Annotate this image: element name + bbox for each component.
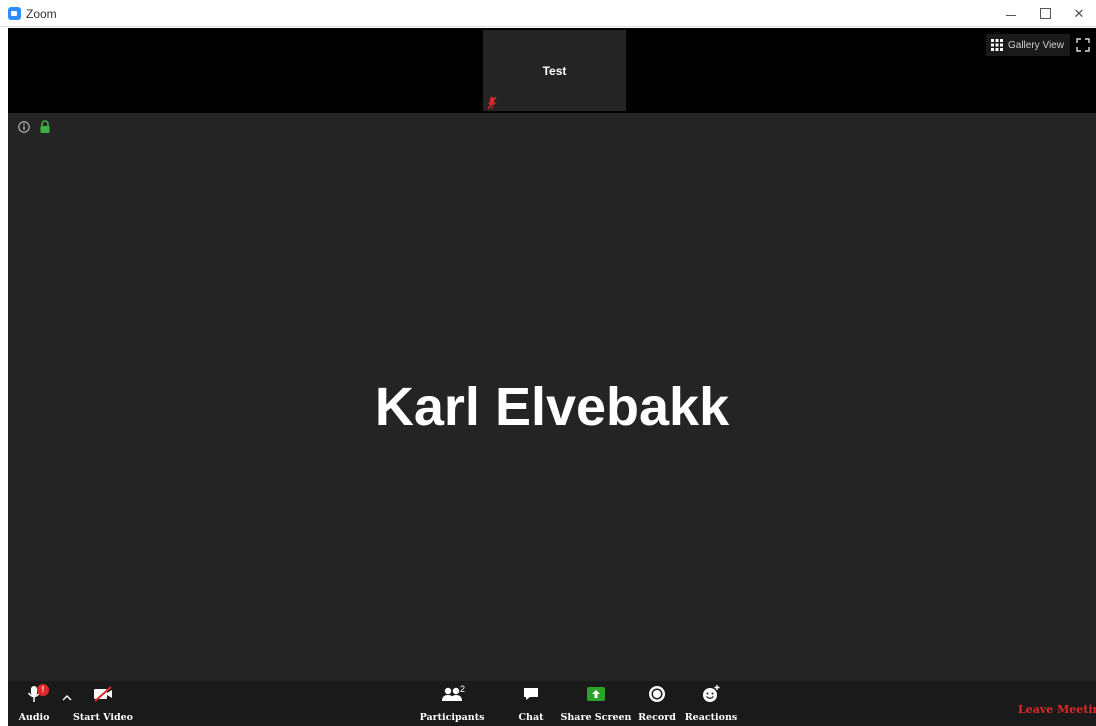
participants-icon-wrap: 2 xyxy=(437,681,467,707)
muted-mic-icon xyxy=(487,96,497,110)
share-screen-icon xyxy=(587,687,605,701)
start-video-icon-wrap xyxy=(92,681,114,707)
grid-icon xyxy=(991,39,1003,51)
minimize-icon xyxy=(1006,15,1016,16)
record-button[interactable]: Record xyxy=(638,681,676,726)
share-screen-button[interactable]: Share Screen xyxy=(561,681,631,726)
reactions-icon xyxy=(703,685,720,702)
zoom-logo-icon xyxy=(8,7,21,20)
fullscreen-icon[interactable] xyxy=(1074,36,1092,54)
chat-label: Chat xyxy=(518,712,544,723)
maximize-button[interactable] xyxy=(1028,0,1062,27)
participants-label: Participants xyxy=(419,712,485,723)
title-bar: Zoom ✕ xyxy=(0,0,1096,27)
record-icon xyxy=(649,686,665,702)
reactions-label: Reactions xyxy=(684,712,738,723)
audio-alert-badge: ! xyxy=(37,684,49,696)
chevron-up-icon xyxy=(62,695,72,701)
gallery-view-button[interactable]: Gallery View xyxy=(986,34,1070,56)
meeting-toolbar: ! Audio Start Video 2 Participants Chat … xyxy=(8,681,1096,726)
participants-count: 2 xyxy=(460,684,466,694)
chat-icon xyxy=(524,688,538,700)
maximize-icon xyxy=(1039,8,1051,19)
close-button[interactable]: ✕ xyxy=(1062,0,1096,27)
audio-options-button[interactable] xyxy=(60,681,74,726)
participant-tile[interactable]: Test xyxy=(483,30,626,111)
audio-label: Audio xyxy=(18,712,50,723)
chat-button[interactable]: Chat xyxy=(515,681,547,726)
participant-name: Test xyxy=(542,64,567,78)
lock-icon[interactable] xyxy=(39,120,51,134)
active-speaker-view: Karl Elvebakk xyxy=(8,113,1096,681)
audio-icon-wrap: ! xyxy=(26,681,49,707)
minimize-button[interactable] xyxy=(994,0,1028,27)
chevron-up-wrap xyxy=(62,681,72,707)
record-label: Record xyxy=(638,712,676,723)
reactions-button[interactable]: Reactions xyxy=(684,681,738,726)
video-off-icon xyxy=(94,686,112,702)
participants-button[interactable]: 2 Participants xyxy=(420,681,485,726)
window-title: Zoom xyxy=(26,7,57,21)
info-icon[interactable] xyxy=(18,121,30,133)
reactions-icon-wrap xyxy=(701,681,721,707)
leave-meeting-button[interactable]: Leave Meeting xyxy=(1018,703,1096,716)
video-strip: Test Gallery View xyxy=(8,28,1096,113)
gallery-view-label: Gallery View xyxy=(1008,39,1064,51)
start-video-label: Start Video xyxy=(73,712,133,723)
audio-button[interactable]: ! Audio xyxy=(18,681,50,726)
share-screen-icon-wrap xyxy=(586,681,606,707)
start-video-button[interactable]: Start Video xyxy=(73,681,133,726)
speaker-name: Karl Elvebakk xyxy=(374,377,730,437)
meeting-window: Test Gallery View Karl Elvebakk ! Audio … xyxy=(8,28,1096,726)
close-icon: ✕ xyxy=(1073,5,1085,21)
chat-icon-wrap xyxy=(522,681,540,707)
record-icon-wrap xyxy=(648,681,666,707)
share-screen-label: Share Screen xyxy=(560,712,632,723)
